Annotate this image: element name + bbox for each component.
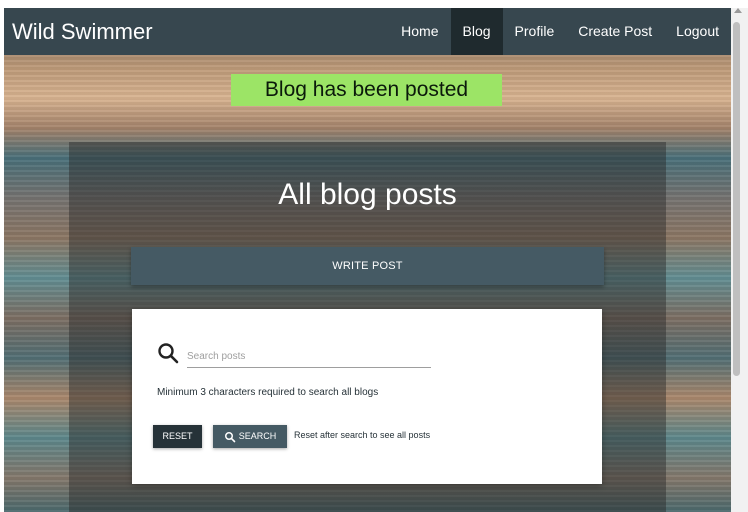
scrollbar-thumb[interactable] xyxy=(733,22,740,376)
top-navbar: Wild Swimmer Home Blog Profile Create Po… xyxy=(4,8,731,55)
brand-logo[interactable]: Wild Swimmer xyxy=(12,8,153,55)
search-icon xyxy=(158,343,179,364)
nav-link-logout[interactable]: Logout xyxy=(664,8,731,55)
nav-link-profile[interactable]: Profile xyxy=(503,8,567,55)
nav-link-blog[interactable]: Blog xyxy=(450,8,503,55)
search-icon xyxy=(224,431,236,442)
nav-link-create-post[interactable]: Create Post xyxy=(566,8,664,55)
page-viewport: Wild Swimmer Home Blog Profile Create Po… xyxy=(4,8,731,512)
reset-button[interactable]: RESET xyxy=(153,425,202,448)
page-title: All blog posts xyxy=(278,178,457,211)
blog-panel: All blog posts WRITE POST Minimum 3 char… xyxy=(69,142,666,512)
search-card: Minimum 3 characters required to search … xyxy=(132,309,602,484)
nav-links: Home Blog Profile Create Post Logout xyxy=(389,8,731,55)
flash-message: Blog has been posted xyxy=(231,74,502,106)
search-button-label: SEARCH xyxy=(238,431,277,441)
write-post-button[interactable]: WRITE POST xyxy=(131,247,604,285)
search-input[interactable] xyxy=(187,345,431,368)
search-button[interactable]: SEARCH xyxy=(213,425,287,448)
reset-note: Reset after search to see all posts xyxy=(294,430,431,440)
nav-link-home[interactable]: Home xyxy=(389,8,450,55)
search-hint: Minimum 3 characters required to search … xyxy=(157,387,379,398)
scroll-up-arrow-icon[interactable] xyxy=(734,8,742,13)
